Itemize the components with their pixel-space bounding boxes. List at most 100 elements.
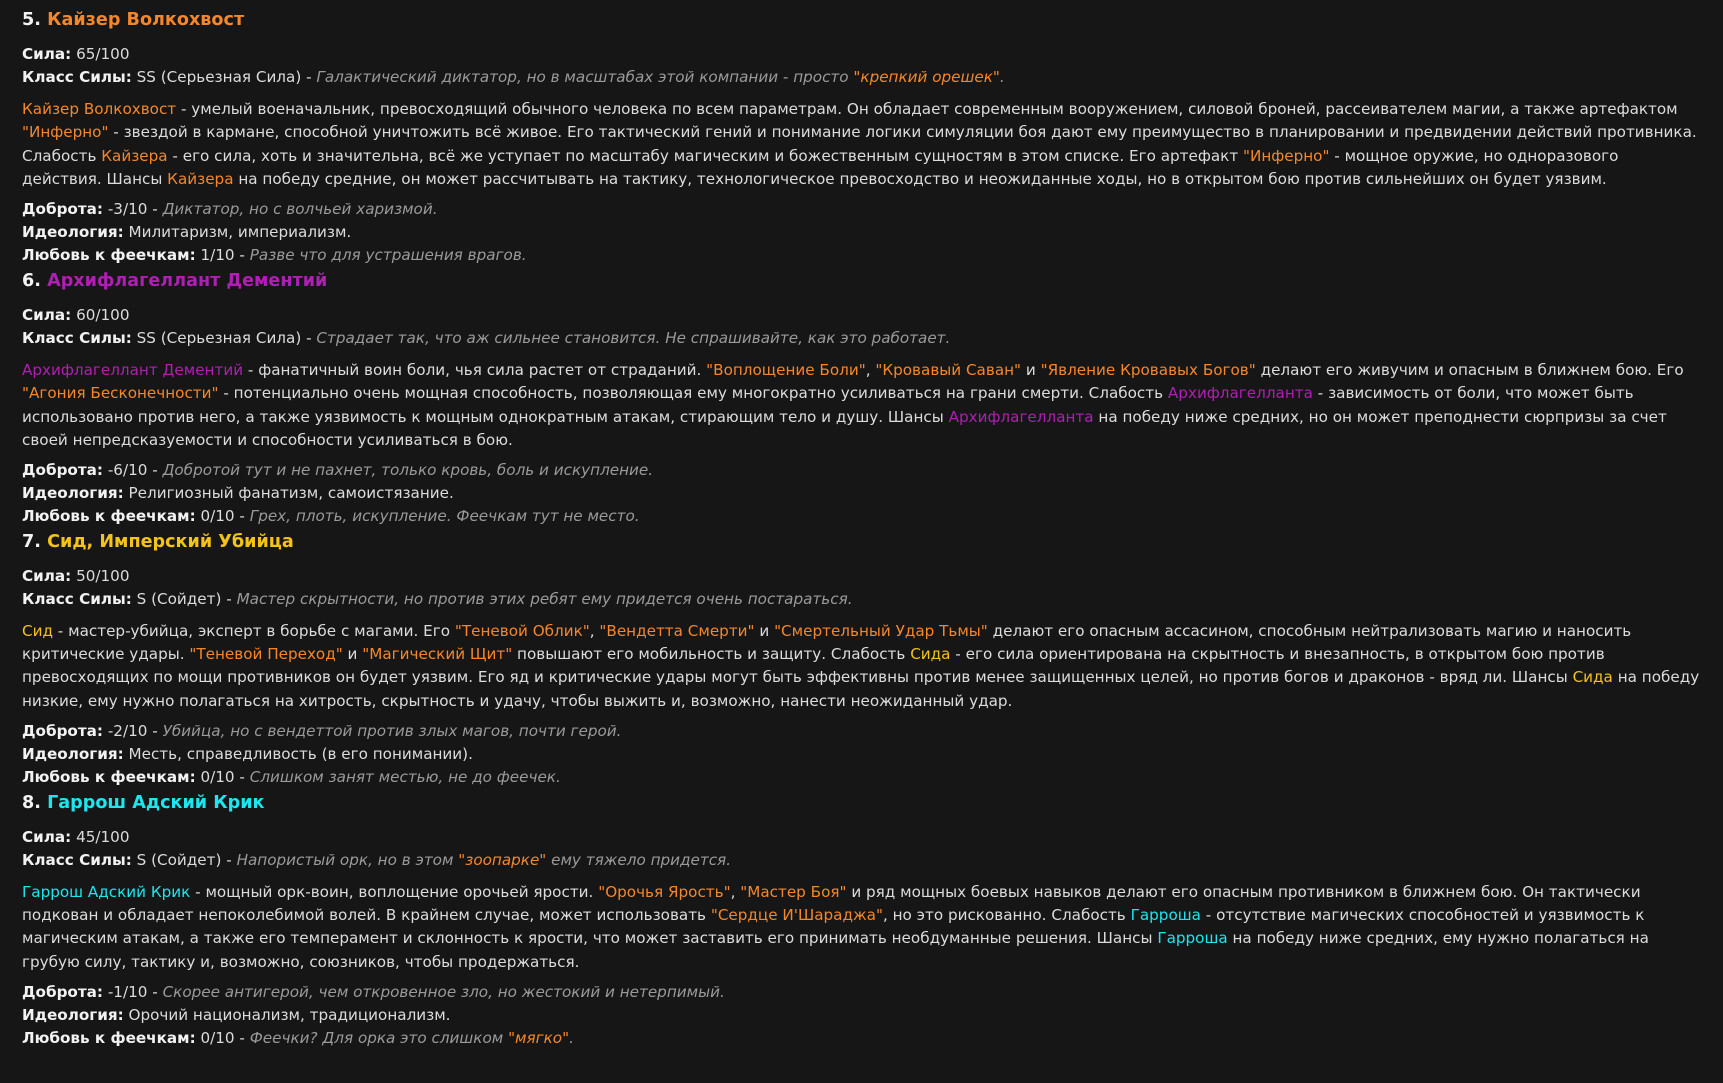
power-value: 50/100 (76, 567, 130, 586)
description-text: , но это рискованно. Слабость (882, 906, 1131, 925)
description-text: - фанатичный воин боли, чья сила растет … (243, 361, 707, 380)
ideology-label: Идеология: (22, 483, 124, 502)
description-text: "Мастер Боя" (740, 883, 847, 902)
character-list: 5. Кайзер Волкохвост Сила: 65/100 Класс Си… (22, 6, 1701, 1050)
description-text: , (730, 883, 741, 902)
description-text: "Смертельный Удар Тьмы" (774, 622, 988, 641)
section-title: Гаррош Адский Крик (47, 792, 265, 813)
description-text: - его сила, хоть и значительна, всё же у… (167, 146, 1243, 165)
fairy-love-line: Любовь к феечкам: 0/10 - Феечки? Для орк… (22, 1027, 1701, 1050)
description-text: Архифлагелланта (948, 407, 1094, 426)
ideology-label: Идеология: (22, 1005, 124, 1024)
power-class-text: . (999, 68, 1005, 87)
fairy-love-label: Любовь к феечкам: (22, 767, 196, 786)
fairy-love-text: "мягко" (508, 1028, 570, 1047)
kindness-text: -2/10 - (107, 721, 163, 740)
description-text: "Кровавый Саван" (875, 361, 1022, 380)
ideology-line: Идеология: Религиозный фанатизм, самоист… (22, 482, 1701, 505)
power-class-line: Класс Силы: S (Сойдет) - Мастер скрытнос… (22, 588, 1701, 611)
kindness-text: -3/10 - (107, 199, 163, 218)
kindness-label: Доброта: (22, 982, 103, 1001)
description-text: Архифлагеллант Дементий (22, 361, 244, 380)
fairy-love-text: Слишком занят местью, не до феечек. (249, 767, 561, 786)
power-class-line: Класс Силы: SS (Серьезная Сила) - Галакт… (22, 66, 1701, 89)
fairy-love-line: Любовь к феечкам: 1/10 - Разве что для у… (22, 244, 1701, 267)
description-text: "Теневой Облик" (454, 622, 590, 641)
kindness-text: -6/10 - (107, 460, 163, 479)
description-text: и (342, 645, 363, 664)
kindness-label: Доброта: (22, 460, 103, 479)
power-line: Сила: 60/100 (22, 304, 1701, 327)
power-class-text: SS (Серьезная Сила) - (136, 329, 317, 348)
power-class-line: Класс Силы: SS (Серьезная Сила) - Страда… (22, 327, 1701, 350)
section-number: 5. (22, 10, 41, 30)
description-text: "Воплощение Боли" (706, 361, 866, 380)
description-text: - мастер-убийца, эксперт в борьбе с мага… (52, 622, 455, 641)
section-title: Архифлагеллант Дементий (47, 270, 328, 291)
description-paragraph: Архифлагеллант Дементий - фанатичный вои… (22, 359, 1701, 451)
description-paragraph: Гаррош Адский Крик - мощный орк-воин, во… (22, 881, 1701, 973)
description-text: - потенциально очень мощная способность,… (218, 384, 1168, 403)
section-heading: 8. Гаррош Адский Крик (22, 789, 1701, 817)
section-heading: 5. Кайзер Волкохвост (22, 6, 1701, 34)
fairy-love-label: Любовь к феечкам: (22, 506, 196, 525)
power-class-text: Мастер скрытности, но против этих ребят … (236, 590, 853, 609)
section-heading: 7. Сид, Имперский Убийца (22, 528, 1701, 556)
description-text: "Магический Щит" (362, 645, 513, 664)
description-text: повышают его мобильность и защиту. Слабо… (512, 645, 911, 664)
fairy-love-text: 0/10 - (200, 506, 250, 525)
ideology-text: Религиозный фанатизм, самоистязание. (128, 483, 454, 502)
power-label: Сила: (22, 567, 72, 586)
power-label: Сила: (22, 45, 72, 64)
description-text: "Сердце И'Шараджа" (710, 906, 883, 925)
section-number: 6. (22, 270, 41, 291)
kindness-text: Убийца, но с вендеттой против злых магов… (162, 721, 622, 740)
fairy-love-text: Разве что для устрашения врагов. (249, 245, 527, 264)
kindness-label: Доброта: (22, 199, 103, 218)
description-paragraph: Кайзер Волкохвост - умелый военачальник,… (22, 98, 1701, 190)
fairy-love-label: Любовь к феечкам: (22, 245, 196, 264)
fairy-love-line: Любовь к феечкам: 0/10 - Слишком занят м… (22, 766, 1701, 789)
power-class-text: "зоопарке" (458, 851, 547, 870)
power-class-text: Галактический диктатор, но в масштабах э… (316, 68, 854, 87)
power-class-text: S (Сойдет) - (136, 851, 237, 870)
power-line: Сила: 45/100 (22, 826, 1701, 849)
ideology-text: Милитаризм, империализм. (128, 222, 352, 241)
fairy-love-text: 0/10 - (200, 1028, 250, 1047)
character-section: 8. Гаррош Адский Крик Сила: 45/100 Класс С… (22, 789, 1701, 1050)
ideology-line: Идеология: Месть, справедливость (в его … (22, 743, 1701, 766)
power-class-text: S (Сойдет) - (136, 590, 237, 609)
ideology-label: Идеология: (22, 222, 124, 241)
power-line: Сила: 50/100 (22, 565, 1701, 588)
description-text: и (1021, 361, 1041, 380)
section-title: Кайзер Волкохвост (47, 10, 245, 30)
description-text: Сида (910, 645, 951, 664)
description-text: "Орочья Ярость" (598, 883, 731, 902)
kindness-text: Скорее антигерой, чем откровенное зло, н… (162, 982, 725, 1001)
fairy-love-text: Грех, плоть, искупление. Феечкам тут не … (249, 506, 640, 525)
character-section: 5. Кайзер Волкохвост Сила: 65/100 Класс Си… (22, 6, 1701, 267)
power-class-text: Напористый орк, но в этом (236, 851, 459, 870)
ideology-text: Месть, справедливость (в его понимании). (128, 744, 473, 763)
power-value: 45/100 (76, 828, 130, 847)
kindness-line: Доброта: -2/10 - Убийца, но с вендеттой … (22, 720, 1701, 743)
power-line: Сила: 65/100 (22, 43, 1701, 66)
ideology-line: Идеология: Орочий национализм, традицион… (22, 1004, 1701, 1027)
description-text: "Инферно" (22, 123, 109, 142)
description-text: "Явление Кровавых Богов" (1040, 361, 1256, 380)
power-class-label: Класс Силы: (22, 329, 132, 348)
section-number: 8. (22, 792, 41, 813)
description-text: на победу средние, он может рассчитывать… (233, 169, 1607, 188)
description-text: , (589, 622, 600, 641)
description-text: Кайзера (101, 146, 168, 165)
section-title: Сид, Имперский Убийца (47, 531, 294, 552)
description-text: "Инферно" (1243, 146, 1330, 165)
description-text: - умелый военачальник, превосходящий обы… (176, 100, 1678, 119)
description-text: Сид (22, 622, 53, 641)
fairy-love-text: 0/10 - (200, 767, 250, 786)
description-text: делают его живучим и опасным в ближнем б… (1255, 361, 1684, 380)
kindness-text: -1/10 - (107, 982, 163, 1001)
power-class-label: Класс Силы: (22, 851, 132, 870)
section-heading: 6. Архифлагеллант Дементий (22, 267, 1701, 295)
power-class-text: SS (Серьезная Сила) - (136, 68, 317, 87)
